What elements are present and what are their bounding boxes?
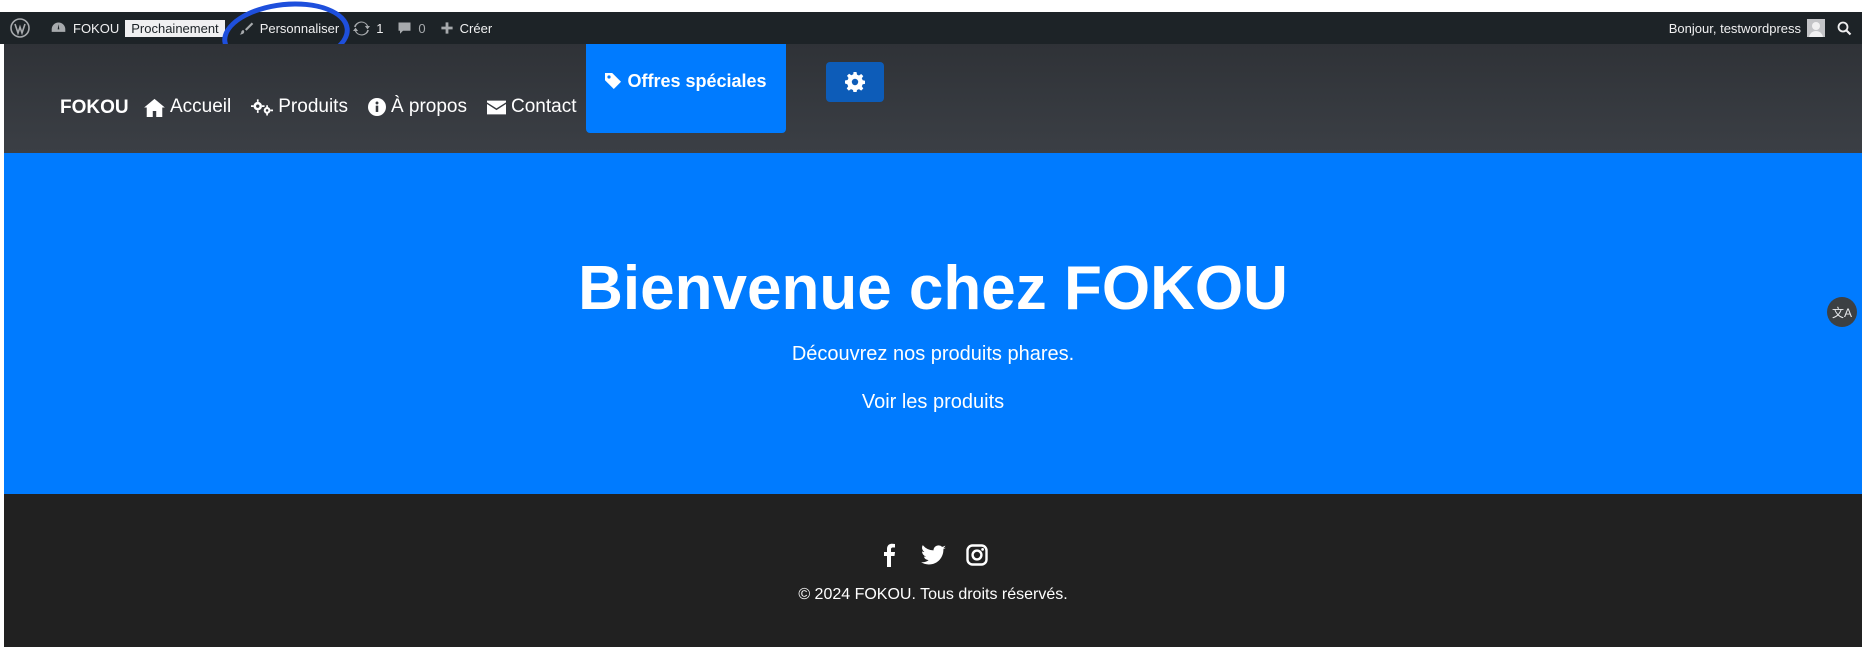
updates-icon xyxy=(353,21,371,35)
brand-link[interactable]: FOKOU xyxy=(60,97,129,119)
nav-item-label: Accueil xyxy=(170,96,232,117)
account-menu[interactable]: Bonjour, testwordpress xyxy=(1669,12,1837,44)
status-badge: Prochainement xyxy=(125,19,225,37)
translate-button[interactable]: 文A xyxy=(1827,297,1857,327)
nav-item-a-propos[interactable]: À propos xyxy=(367,96,467,118)
twitter-link[interactable] xyxy=(920,542,946,568)
wordpress-logo-button[interactable] xyxy=(10,12,36,44)
cogs-icon xyxy=(251,99,274,116)
gear-icon xyxy=(845,72,865,92)
create-label: Créer xyxy=(459,20,493,36)
home-icon xyxy=(144,98,165,117)
site-footer: © 2024 FOKOU. Tous droits réservés. xyxy=(4,494,1862,647)
copyright-text: © 2024 FOKOU. Tous droits réservés. xyxy=(798,586,1068,603)
instagram-icon xyxy=(966,544,988,566)
hero-subtitle: Découvrez nos produits phares. xyxy=(791,343,1075,365)
dashboard-icon xyxy=(51,22,66,32)
comments-count: 0 xyxy=(418,20,426,36)
twitter-icon xyxy=(920,544,946,564)
nav-item-label: Contact xyxy=(511,96,577,117)
nav-item-accueil[interactable]: Accueil xyxy=(144,96,231,118)
info-icon xyxy=(367,98,386,116)
special-offers-label: Offres spéciales xyxy=(627,71,767,91)
nav-item-label: Produits xyxy=(278,96,348,117)
nav-item-produits[interactable]: Produits xyxy=(251,96,348,118)
create-link[interactable]: Créer xyxy=(440,12,493,44)
social-links xyxy=(4,542,1862,568)
updates-count: 1 xyxy=(376,20,384,36)
search-icon[interactable] xyxy=(1837,21,1852,36)
tag-icon xyxy=(605,73,622,89)
brush-icon xyxy=(239,22,253,34)
instagram-link[interactable] xyxy=(964,542,990,568)
comment-icon xyxy=(398,22,411,34)
hero-title: Bienvenue chez FOKOU xyxy=(578,254,1288,323)
envelope-icon xyxy=(487,100,506,114)
site-name: FOKOU xyxy=(73,20,120,36)
facebook-link[interactable] xyxy=(876,542,902,568)
main-menu: Accueil Produits À propos Contact xyxy=(144,96,596,118)
customize-label: Personnaliser xyxy=(259,20,340,36)
nav-item-contact[interactable]: Contact xyxy=(487,96,576,118)
site-name-link[interactable]: FOKOU Prochainement xyxy=(50,12,225,44)
special-offers-button[interactable]: Offres spéciales xyxy=(586,44,786,133)
avatar xyxy=(1807,19,1825,37)
customize-link[interactable]: Personnaliser xyxy=(239,12,340,44)
plus-icon xyxy=(441,22,453,34)
translate-icon: 文A xyxy=(1831,305,1852,320)
facebook-icon xyxy=(884,543,895,567)
wordpress-icon xyxy=(10,18,30,38)
settings-button[interactable] xyxy=(826,62,884,102)
hero-section: Bienvenue chez FOKOU Découvrez nos produ… xyxy=(4,153,1862,494)
admin-bar: FOKOU Prochainement Personnaliser 1 0 Cr… xyxy=(0,12,1862,44)
comments-link[interactable]: 0 xyxy=(397,12,426,44)
updates-link[interactable]: 1 xyxy=(353,12,383,44)
view-products-link[interactable]: Voir les produits xyxy=(4,391,1862,414)
greeting: Bonjour, testwordpress xyxy=(1668,20,1801,36)
nav-item-label: À propos xyxy=(390,96,467,117)
